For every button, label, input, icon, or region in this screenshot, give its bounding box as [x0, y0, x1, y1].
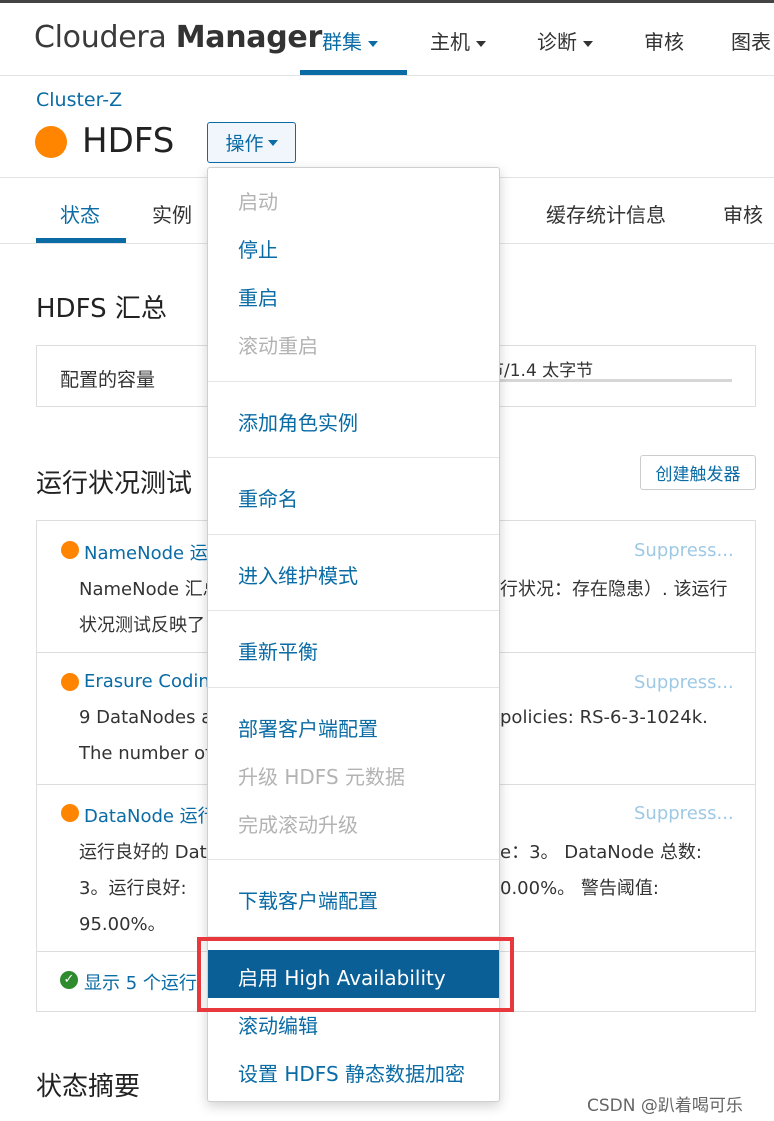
health-test-text: e：3。 DataNode 总数:: [500, 842, 702, 863]
menu-item-deploy-client-config[interactable]: 部署客户端配置: [238, 713, 378, 742]
annotation-highlight-box: [197, 937, 514, 1012]
health-test-text: 3。运行良好:: [79, 878, 187, 899]
status-summary-heading: 状态摘要: [36, 1072, 141, 1102]
nav-clusters[interactable]: 群集: [322, 26, 378, 55]
health-test-text: NameNode 汇总: [79, 579, 221, 600]
menu-item-finalize-rolling-upgrade: 完成滚动升级: [238, 813, 358, 837]
suppress-link[interactable]: Suppress...: [634, 803, 734, 824]
create-trigger-button[interactable]: 创建触发器: [640, 455, 756, 490]
menu-divider: [208, 381, 499, 382]
nav-active-indicator: [300, 70, 407, 75]
nav-hosts[interactable]: 主机: [430, 26, 486, 55]
menu-item-stop[interactable]: 停止: [238, 234, 278, 263]
health-test-text: 状况测试反映了: [79, 615, 205, 636]
menu-item-enter-maintenance[interactable]: 进入维护模式: [238, 560, 358, 589]
health-test-text: policies: RS-6-3-1024k.: [500, 707, 708, 728]
capacity-label: 配置的容量: [60, 369, 156, 391]
menu-item-rolling-restart: 滚动重启: [238, 334, 318, 358]
summary-heading: HDFS 汇总: [36, 294, 167, 324]
show-healthy-tests-link[interactable]: 显示 5 个运行: [84, 969, 197, 995]
health-test-text: 95.00%。: [79, 914, 166, 935]
menu-divider: [208, 859, 499, 860]
health-test-text: 行状况：存在隐患）. 该运行: [500, 579, 728, 600]
menu-item-rolling-edit[interactable]: 滚动编辑: [238, 1010, 318, 1039]
tab-status[interactable]: 状态: [60, 199, 100, 228]
warning-status-icon: [61, 673, 79, 691]
nav-diagnostics[interactable]: 诊断: [537, 26, 593, 55]
suppress-link[interactable]: Suppress...: [634, 672, 734, 693]
chevron-down-icon: [583, 40, 593, 47]
menu-item-start: 启动: [238, 190, 278, 214]
menu-item-rebalance[interactable]: 重新平衡: [238, 636, 318, 665]
chevron-down-icon: [476, 40, 486, 47]
menu-item-download-client-config[interactable]: 下载客户端配置: [238, 885, 378, 914]
actions-dropdown-button[interactable]: 操作: [207, 122, 296, 163]
menu-divider: [208, 457, 499, 458]
chevron-down-icon: [267, 139, 278, 146]
health-test-title[interactable]: DataNode 运行: [84, 802, 216, 828]
breadcrumb-cluster[interactable]: Cluster-Z: [36, 89, 122, 111]
app-logo[interactable]: Cloudera Manager: [34, 20, 322, 55]
service-status-icon: [35, 126, 67, 158]
health-test-text: 0.00%。 警告阈值:: [500, 878, 659, 899]
tab-audits[interactable]: 审核: [723, 199, 763, 228]
tab-instances[interactable]: 实例: [152, 199, 192, 228]
health-test-title[interactable]: NameNode 运: [84, 539, 208, 565]
menu-item-hdfs-encryption[interactable]: 设置 HDFS 静态数据加密: [238, 1058, 465, 1087]
warning-status-icon: [61, 541, 79, 559]
warning-status-icon: [61, 804, 79, 822]
menu-divider: [208, 610, 499, 611]
nav-audits[interactable]: 审核: [644, 26, 684, 55]
health-test-text: 9 DataNodes a: [79, 707, 213, 728]
menu-divider: [208, 687, 499, 688]
menu-item-rename[interactable]: 重命名: [238, 483, 298, 512]
health-test-text: The number of: [79, 743, 212, 764]
menu-item-restart[interactable]: 重启: [238, 282, 278, 311]
health-tests-heading: 运行状况测试: [36, 469, 193, 499]
health-test-title[interactable]: Erasure Coding: [84, 671, 221, 692]
capacity-bar: [470, 379, 732, 382]
page-title: HDFS: [82, 121, 175, 161]
menu-item-upgrade-metadata: 升级 HDFS 元数据: [238, 765, 406, 789]
menu-divider: [208, 534, 499, 535]
suppress-link[interactable]: Suppress...: [634, 540, 734, 561]
chevron-down-icon: [368, 40, 378, 47]
nav-charts[interactable]: 图表: [731, 26, 771, 55]
health-test-text: 运行良好的 Dat: [79, 842, 207, 863]
menu-item-add-role-instances[interactable]: 添加角色实例: [238, 407, 358, 436]
watermark: CSDN @趴着喝可乐: [587, 1096, 743, 1116]
tab-active-indicator: [36, 238, 126, 243]
check-circle-icon: ✓: [60, 971, 78, 989]
tab-cache-stats[interactable]: 缓存统计信息: [546, 199, 666, 228]
